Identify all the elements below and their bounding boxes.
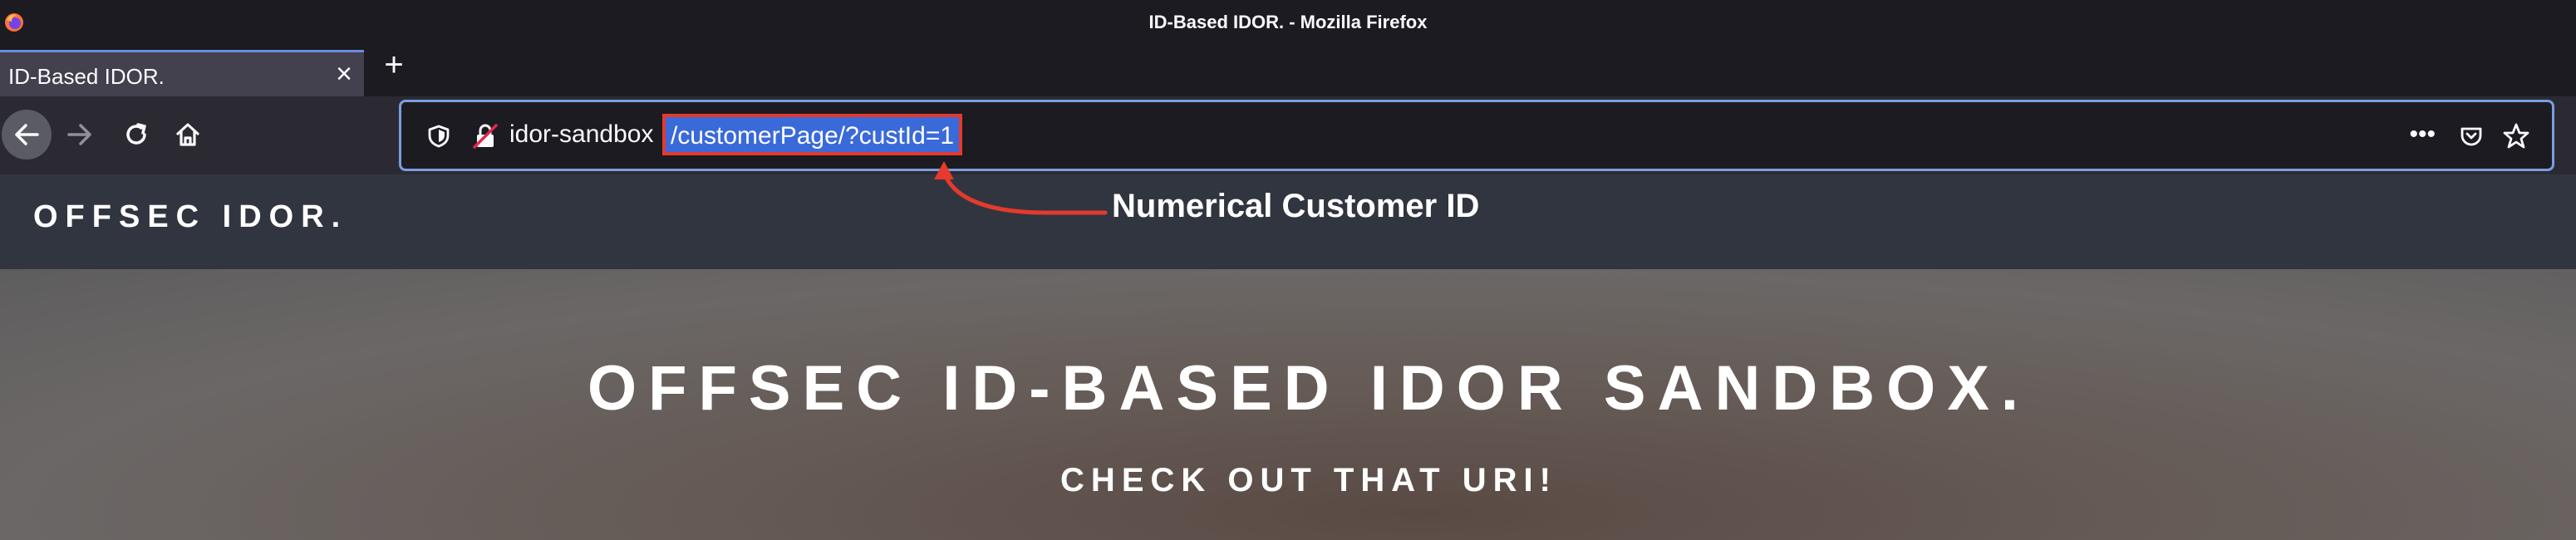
window-title: ID-Based IDOR. - Mozilla Firefox [1148, 12, 1428, 32]
home-button[interactable] [163, 110, 213, 160]
annotation-label: Numerical Customer ID [1112, 188, 1480, 224]
window-titlebar: ID-Based IDOR. - Mozilla Firefox [0, 0, 2576, 47]
url-host: idor-sandbox [509, 120, 654, 148]
site-brand[interactable]: OFFSEC IDOR. [33, 199, 347, 235]
navigation-toolbar: idor-sandbox /customerPage/?custId=1 ••• [0, 96, 2576, 174]
hero-section: OFFSEC ID-BASED IDOR SANDBOX. CHECK OUT … [0, 269, 2576, 540]
page-actions-more-icon[interactable]: ••• [2409, 120, 2436, 149]
tab-active[interactable]: ID-Based IDOR. × [0, 50, 364, 96]
new-tab-button[interactable]: + [379, 48, 409, 85]
reload-icon [126, 123, 146, 145]
arrow-left-icon [15, 124, 39, 145]
hero-title: OFFSEC ID-BASED IDOR SANDBOX. [587, 353, 2031, 424]
address-bar[interactable]: idor-sandbox /customerPage/?custId=1 ••• [399, 100, 2554, 171]
url-path-highlight[interactable]: /customerPage/?custId=1 [662, 114, 963, 155]
pocket-icon[interactable] [2459, 124, 2484, 149]
shield-icon[interactable] [426, 124, 451, 149]
tab-label: ID-Based IDOR. [8, 64, 165, 89]
star-icon[interactable] [2502, 122, 2530, 150]
forward-button[interactable] [55, 110, 105, 160]
hero-subtitle: CHECK OUT THAT URI! [1060, 462, 1557, 498]
reload-button[interactable] [111, 110, 161, 160]
insecure-lock-icon[interactable] [471, 122, 499, 150]
close-tab-icon[interactable]: × [336, 57, 352, 91]
arrow-right-icon [67, 124, 91, 145]
back-button[interactable] [2, 110, 52, 160]
home-icon [176, 123, 199, 146]
